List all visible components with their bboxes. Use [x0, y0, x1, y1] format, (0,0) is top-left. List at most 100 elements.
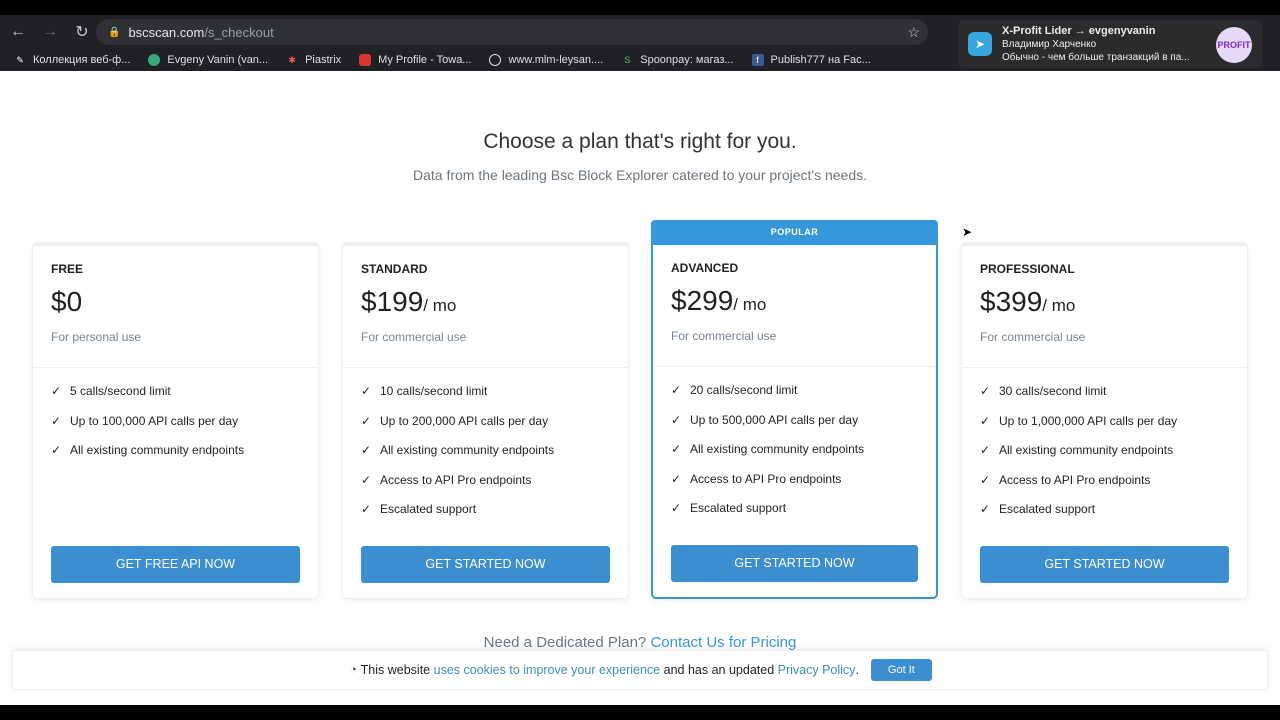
feature-item: ✓ 10 calls/second limit: [361, 384, 610, 414]
cookies-link[interactable]: uses cookies to improve your experience: [434, 663, 661, 677]
plan-card-advanced: POPULAR ADVANCED $299/ mo For commercial …: [651, 220, 938, 599]
check-icon: ✓: [980, 502, 991, 516]
globe-icon: [489, 54, 502, 66]
bookmark-icon: S: [624, 55, 631, 65]
plan-name: ADVANCED: [671, 261, 739, 275]
feature-text: Up to 200,000 API calls per day: [380, 413, 549, 428]
bookmark[interactable]: S Spoonpay: магаз...: [621, 54, 733, 66]
bookmark-label: Evgeny Vanin (van...: [167, 54, 269, 66]
mouse-cursor-icon: ➤: [962, 225, 973, 239]
check-icon: ✓: [361, 384, 372, 398]
bookmark-label: Коллекция веб-ф...: [33, 54, 131, 66]
check-icon: ✓: [51, 413, 62, 428]
plan-cta-button[interactable]: GET STARTED NOW: [980, 546, 1229, 583]
dedicated-plan: Need a Dedicated Plan? Contact Us for Pr…: [0, 634, 1280, 651]
reload-icon[interactable]: ↻: [68, 22, 96, 42]
feature-item: ✓ All existing community endpoints: [980, 443, 1229, 473]
feature-text: All existing community endpoints: [70, 443, 245, 457]
check-icon: ✓: [980, 413, 991, 428]
bookmark[interactable]: My Profile - Towa...: [359, 54, 471, 66]
plan-card-free: FREE $0 For personal use ✓ 5 calls/second …: [32, 242, 319, 599]
bookmark[interactable]: f Publish777 на Fac...: [751, 54, 871, 66]
cookie-text: This website: [360, 663, 431, 677]
bookmark[interactable]: ✎ Коллекция веб-ф...: [14, 54, 130, 66]
dedicated-text: Need a Dedicated Plan?: [483, 634, 647, 651]
plan-name: PROFESSIONAL: [980, 262, 1075, 276]
feature-item: ✓ Access to API Pro endpoints: [980, 473, 1229, 503]
bookmark[interactable]: ✱ Piastrix: [286, 54, 341, 66]
contact-us-link[interactable]: Contact Us for Pricing: [650, 634, 796, 651]
feature-item: ✓ 30 calls/second limit: [980, 384, 1229, 414]
telegram-notification[interactable]: ➤ X-Profit Lider → evgenyvanin Владимир …: [958, 20, 1262, 68]
feature-list: ✓ 20 calls/second limit ✓ Up to 500,000 API…: [653, 367, 936, 531]
feature-text: 10 calls/second limit: [380, 384, 488, 398]
check-icon: ✓: [361, 502, 372, 516]
plan-price: $299/ mo: [671, 285, 918, 317]
bookmark-label: Spoonpay: магаз...: [640, 54, 734, 66]
bookmark[interactable]: www.mlm-leysan....: [489, 54, 603, 66]
feature-list: ✓ 30 calls/second limit ✓ Up to 1,000,000 A…: [962, 368, 1247, 532]
feature-item: ✓ Up to 500,000 API calls per day: [671, 413, 918, 443]
plan-use: For commercial use: [361, 330, 467, 344]
feature-list: ✓ 5 calls/second limit ✓ Up to 100,000 API …: [33, 368, 318, 473]
cookie-banner: ◔ This website uses cookies to improve y…: [12, 650, 1268, 690]
lock-icon: 🔒: [108, 26, 121, 38]
got-it-button[interactable]: Got It: [870, 659, 932, 681]
address-bar[interactable]: 🔒 bscscan.com/s_checkout ☆: [96, 19, 928, 45]
feature-item: ✓ Up to 200,000 API calls per day: [361, 414, 610, 444]
plan-use: For personal use: [51, 330, 142, 344]
check-icon: ✓: [361, 472, 372, 487]
feature-item: ✓ All existing community endpoints: [361, 443, 610, 473]
url-host: bscscan.com: [128, 24, 205, 40]
notification-title: X-Profit Lider → evgenyvanin: [1002, 25, 1156, 37]
back-icon[interactable]: ←: [4, 23, 32, 41]
feature-item: ✓ All existing community endpoints: [671, 442, 918, 472]
feature-list: ✓ 10 calls/second limit ✓ Up to 200,000 API…: [343, 368, 628, 532]
plan-cta-button[interactable]: GET STARTED NOW: [671, 545, 918, 582]
price-period: / mo: [1042, 296, 1076, 315]
price-amount: $0: [51, 286, 83, 317]
feature-text: Escalated support: [999, 502, 1096, 516]
feature-item: ✓ 20 calls/second limit: [671, 383, 918, 413]
feature-text: Access to API Pro endpoints: [999, 472, 1151, 487]
plan-price: $399/ mo: [980, 286, 1229, 318]
telegram-icon: ➤: [968, 32, 992, 56]
bookmark-icon: [148, 54, 161, 66]
check-icon: ✓: [980, 472, 991, 487]
avatar: PROFIT: [1216, 27, 1252, 63]
forward-icon[interactable]: →: [36, 23, 64, 41]
check-icon: ✓: [361, 443, 372, 457]
check-icon: ✓: [980, 384, 991, 398]
feature-text: All existing community endpoints: [690, 442, 865, 456]
feature-text: Up to 500,000 API calls per day: [690, 412, 859, 427]
feature-text: 5 calls/second limit: [70, 384, 171, 398]
feature-item: ✓ Up to 1,000,000 API calls per day: [980, 414, 1229, 444]
url-path: /s_checkout: [204, 24, 274, 40]
page-content: Choose a plan that's right for you. Data…: [0, 71, 1280, 705]
bookmark-icon: [359, 54, 372, 66]
popular-badge: POPULAR: [651, 220, 938, 245]
star-icon[interactable]: ☆: [907, 24, 920, 41]
feature-item: ✓ Up to 100,000 API calls per day: [51, 414, 300, 444]
price-amount: $399: [980, 286, 1043, 317]
feature-item: ✓ Access to API Pro endpoints: [361, 473, 610, 503]
check-icon: ✓: [671, 412, 682, 427]
check-icon: ✓: [980, 443, 991, 457]
feature-item: ✓ 5 calls/second limit: [51, 384, 300, 414]
bookmark-icon: ✎: [16, 55, 24, 65]
plan-cta-button[interactable]: GET FREE API NOW: [51, 546, 300, 583]
plan-use: For commercial use: [980, 330, 1086, 344]
check-icon: ✓: [671, 442, 682, 456]
feature-text: Escalated support: [380, 502, 477, 516]
feature-text: Access to API Pro endpoints: [380, 472, 532, 487]
feature-text: Escalated support: [690, 501, 787, 515]
bookmark-label: My Profile - Towa...: [378, 54, 472, 66]
feature-item: ✓ All existing community endpoints: [51, 443, 300, 473]
plan-price: $199/ mo: [361, 286, 610, 318]
check-icon: ✓: [671, 471, 682, 486]
plan-use: For commercial use: [671, 329, 777, 343]
bookmark-label: www.mlm-leysan....: [508, 54, 604, 66]
plan-cta-button[interactable]: GET STARTED NOW: [361, 546, 610, 583]
privacy-policy-link[interactable]: Privacy Policy: [778, 663, 856, 677]
bookmark[interactable]: Evgeny Vanin (van...: [148, 54, 268, 66]
